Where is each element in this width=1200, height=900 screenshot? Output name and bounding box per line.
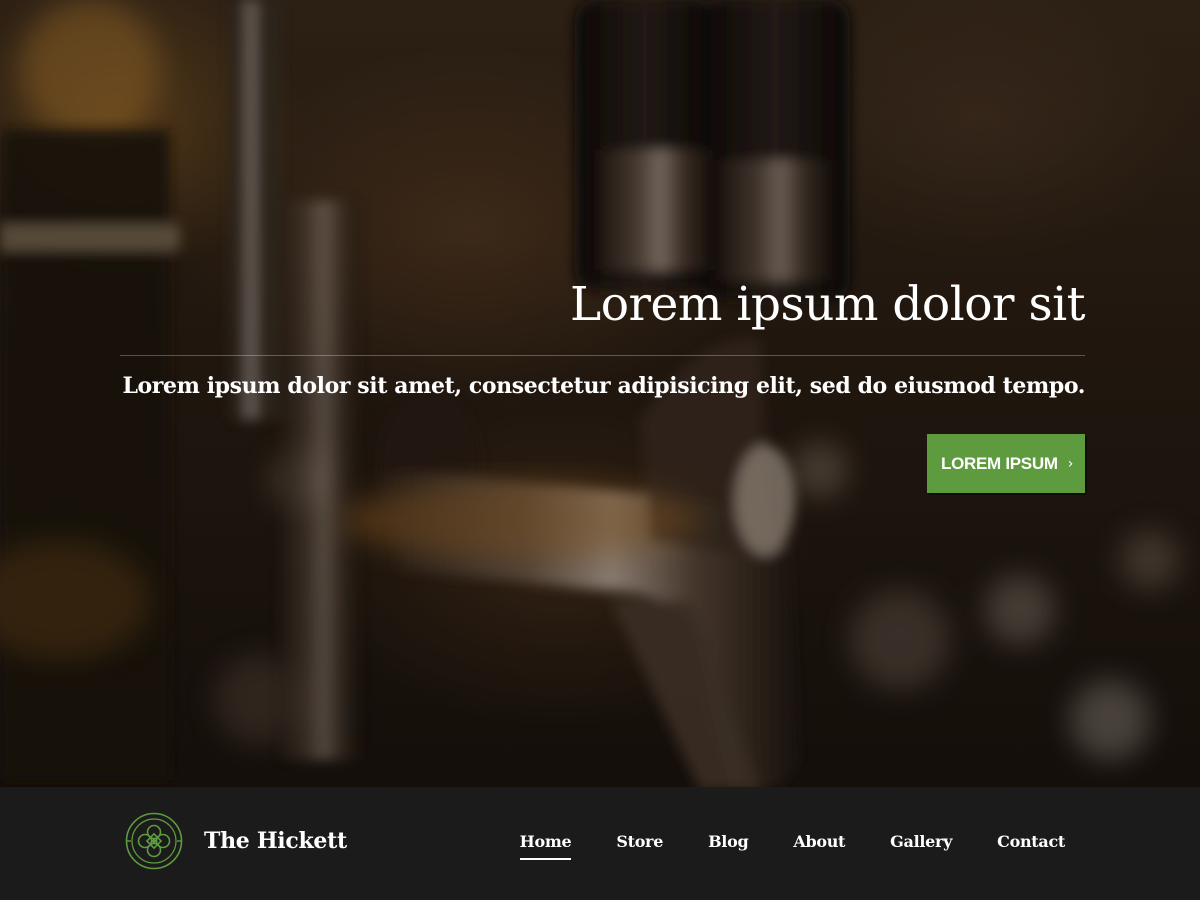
nav-link-contact[interactable]: Contact [997,831,1065,853]
hero-title: Lorem ipsum dolor sit [570,277,1085,332]
cta-button[interactable]: LOREM IPSUM › [927,434,1085,493]
nav-link-gallery[interactable]: Gallery [890,831,952,853]
nav-item-blog: Blog [708,831,749,853]
nav-item-contact: Contact [997,831,1065,853]
cta-button-label: LOREM IPSUM [941,453,1058,473]
celtic-knot-logo-icon [125,812,183,870]
page: Lorem ipsum dolor sit Lorem ipsum dolor … [0,0,1200,900]
nav-link-store[interactable]: Store [616,831,663,853]
nav-link-blog[interactable]: Blog [708,831,749,853]
main-navbar: The Hickett Home Store Blog About Galler… [0,787,1200,900]
brand-link[interactable]: The Hickett [125,812,347,870]
nav-link-about[interactable]: About [793,831,845,853]
nav-item-home: Home [519,831,572,860]
brand-name: The Hickett [204,828,347,854]
nav-item-store: Store [616,831,663,853]
hero-subtitle: Lorem ipsum dolor sit amet, consectetur … [122,373,1085,399]
nav-item-about: About [793,831,845,853]
hero-divider [120,355,1085,356]
nav-link-home[interactable]: Home [519,831,572,860]
hero-section: Lorem ipsum dolor sit Lorem ipsum dolor … [120,270,1086,493]
chevron-right-icon: › [1067,455,1074,472]
nav-item-gallery: Gallery [890,831,952,853]
nav-menu: Home Store Blog About Gallery Contact [519,831,1065,860]
